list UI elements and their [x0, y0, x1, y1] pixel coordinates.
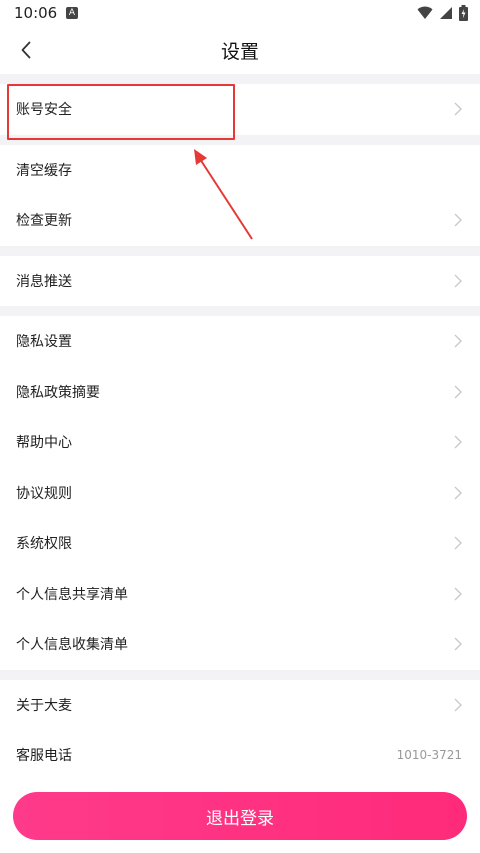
- settings-item-label: 关于大麦: [16, 697, 72, 714]
- chevron-right-icon: [454, 213, 462, 227]
- settings-item-privacy-settings[interactable]: 隐私设置: [0, 316, 480, 367]
- chevron-right-icon: [454, 486, 462, 500]
- section-divider: [0, 245, 480, 256]
- nav-bar: 设置: [0, 26, 480, 74]
- settings-item-info-collection-list[interactable]: 个人信息收集清单: [0, 619, 480, 670]
- settings-item-label: 个人信息收集清单: [16, 637, 128, 654]
- chevron-right-icon: [454, 698, 462, 712]
- section-divider: [0, 306, 480, 316]
- footer: 退出登录: [0, 780, 480, 853]
- settings-item-help-center[interactable]: 帮助中心: [0, 417, 480, 468]
- signal-icon: [440, 7, 452, 19]
- settings-item-label: 个人信息共享清单: [16, 586, 128, 603]
- chevron-right-icon: [454, 274, 462, 288]
- section-divider: [0, 134, 480, 145]
- settings-item-label: 检查更新: [16, 213, 72, 230]
- settings-item-label: 协议规则: [16, 485, 72, 502]
- settings-item-label: 隐私政策摘要: [16, 384, 100, 401]
- settings-item-label: 消息推送: [16, 273, 72, 290]
- page-title: 设置: [220, 41, 259, 63]
- settings-item-info-sharing-list[interactable]: 个人信息共享清单: [0, 568, 480, 619]
- chevron-right-icon: [454, 385, 462, 399]
- chevron-right-icon: [454, 334, 462, 348]
- battery-icon: [459, 5, 468, 21]
- status-icons: [417, 5, 468, 21]
- chevron-right-icon: [454, 637, 462, 651]
- settings-item-about[interactable]: 关于大麦: [0, 679, 480, 730]
- settings-item-privacy-summary[interactable]: 隐私政策摘要: [0, 366, 480, 417]
- section-divider: [0, 669, 480, 680]
- chevron-right-icon: [454, 536, 462, 550]
- settings-item-label: 清空缓存: [16, 162, 72, 179]
- status-bar: 10:06 A: [0, 0, 480, 26]
- settings-item-account-security[interactable]: 账号安全: [0, 84, 480, 135]
- status-time: 10:06: [14, 4, 58, 22]
- settings-item-customer-service[interactable]: 客服电话 1010-3721: [0, 730, 480, 781]
- section-divider: [0, 74, 480, 84]
- customer-service-phone: 1010-3721: [396, 748, 462, 763]
- settings-item-system-permissions[interactable]: 系统权限: [0, 518, 480, 569]
- logout-button[interactable]: 退出登录: [13, 792, 467, 840]
- chevron-right-icon: [454, 587, 462, 601]
- settings-item-label: 帮助中心: [16, 435, 72, 452]
- settings-item-label: 账号安全: [16, 102, 72, 119]
- settings-item-label: 客服电话: [16, 748, 72, 765]
- annotation-arrow-icon: [194, 149, 253, 240]
- settings-item-label: 系统权限: [16, 536, 72, 553]
- settings-item-push-notifications[interactable]: 消息推送: [0, 255, 480, 306]
- wifi-icon: [417, 6, 433, 19]
- settings-item-agreements[interactable]: 协议规则: [0, 467, 480, 518]
- chevron-right-icon: [454, 435, 462, 449]
- chevron-right-icon: [454, 102, 462, 116]
- settings-item-label: 隐私设置: [16, 334, 72, 351]
- notification-icon: A: [66, 7, 78, 19]
